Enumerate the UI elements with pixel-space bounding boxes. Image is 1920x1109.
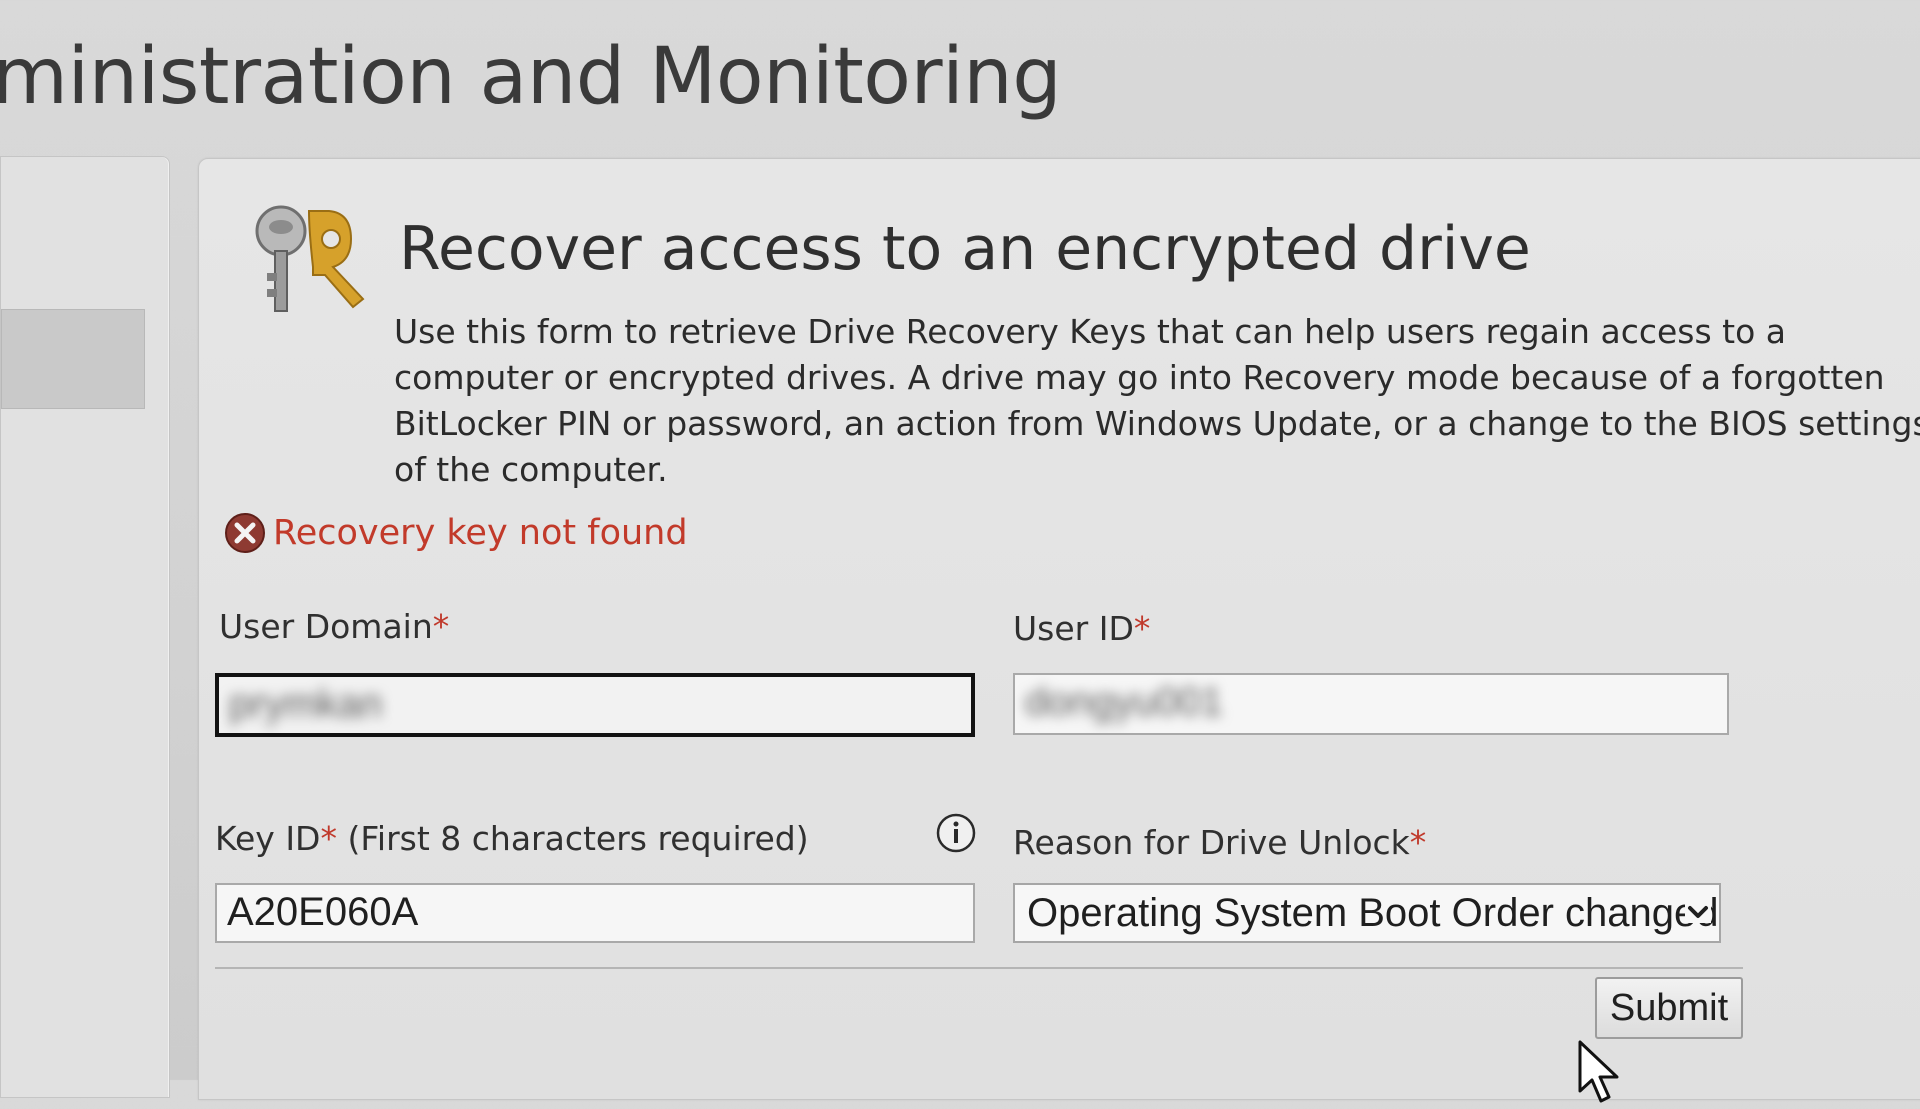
user-domain-value: prymkan bbox=[229, 682, 383, 726]
form-heading: Recover access to an encrypted drive bbox=[399, 214, 1531, 284]
info-icon[interactable] bbox=[935, 812, 977, 854]
recovery-form-panel: Recover access to an encrypted drive Use… bbox=[198, 158, 1920, 1103]
chevron-down-icon bbox=[1685, 901, 1711, 923]
left-nav-selected-item[interactable] bbox=[1, 309, 145, 409]
reason-label: Reason for Drive Unlock* bbox=[1013, 823, 1427, 862]
error-text: Recovery key not found bbox=[273, 513, 688, 553]
key-id-label: Key ID* (First 8 characters required) bbox=[215, 819, 809, 858]
reason-selected-value: Operating System Boot Order changed bbox=[1027, 891, 1719, 935]
error-message: Recovery key not found bbox=[223, 511, 688, 555]
error-x-icon bbox=[225, 513, 265, 553]
page-title: ministration and Monitoring bbox=[0, 32, 1062, 122]
key-icon bbox=[255, 205, 365, 312]
user-id-input[interactable]: dongyu001 bbox=[1013, 673, 1729, 735]
submit-button[interactable]: Submit bbox=[1595, 977, 1743, 1039]
form-description: Use this form to retrieve Drive Recovery… bbox=[394, 312, 1920, 489]
mouse-pointer-icon bbox=[1578, 1040, 1619, 1103]
user-domain-label: User Domain* bbox=[219, 607, 450, 646]
key-id-value: A20E060A bbox=[227, 890, 419, 934]
form-divider bbox=[215, 967, 1743, 969]
user-id-label: User ID* bbox=[1013, 609, 1151, 648]
reason-select[interactable]: Operating System Boot Order changed bbox=[1013, 883, 1721, 943]
left-nav-panel bbox=[0, 156, 170, 1098]
user-id-value: dongyu001 bbox=[1025, 680, 1223, 724]
key-id-input[interactable]: A20E060A bbox=[215, 883, 975, 943]
user-domain-input[interactable]: prymkan bbox=[215, 673, 975, 737]
